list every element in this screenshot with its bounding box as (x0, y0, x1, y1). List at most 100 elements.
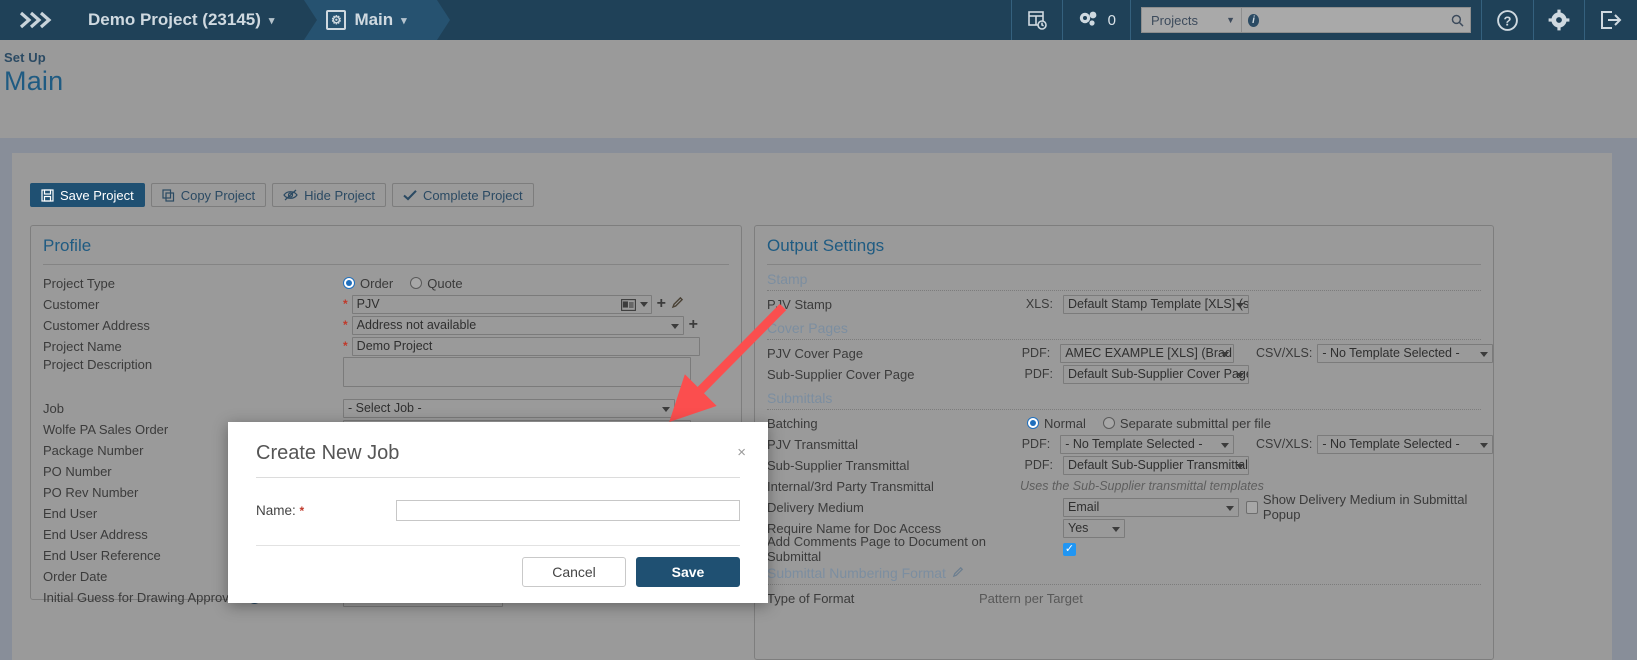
modal-body: Name: * (228, 478, 768, 521)
kind-label: PDF: (1024, 367, 1053, 381)
calendar-report-icon[interactable] (1012, 0, 1062, 40)
page-eyebrow: Set Up (4, 50, 46, 65)
close-icon[interactable]: × (737, 444, 746, 461)
field-pjv-cover-page: PJV Cover Page PDF: AMEC EXAMPLE [XLS] (… (755, 343, 1493, 363)
add-customer-button[interactable]: + (657, 296, 666, 312)
delivery-medium-value: Email (1068, 500, 1100, 514)
radio-order[interactable] (343, 277, 355, 289)
radio-batching-normal[interactable] (1027, 417, 1039, 429)
gears-settings-button[interactable]: 0 (1063, 0, 1130, 40)
sub-cover-pdf-value: Default Sub-Supplier Cover Page (1068, 367, 1249, 381)
project-name-value: Demo Project (356, 339, 433, 353)
sub-transmittal-pdf-value: Default Sub-Supplier Transmittal (1068, 458, 1248, 472)
sub-transmittal-pdf-select[interactable]: Default Sub-Supplier Transmittal (1063, 455, 1249, 475)
required-marker: * (343, 318, 348, 332)
breadcrumb-section-label: Main (354, 10, 394, 29)
customer-address-select[interactable]: Address not available (351, 315, 684, 335)
field-job: Job - Select Job - + (31, 398, 741, 418)
chevron-down-icon: ▾ (268, 14, 275, 27)
pjv-transmittal-pdf-select[interactable]: - No Template Selected - (1060, 434, 1235, 454)
section-stamp: Stamp (767, 271, 808, 287)
radio-batching-normal-label: Normal (1044, 415, 1086, 431)
pjv-cover-csvxls-select[interactable]: - No Template Selected - (1317, 343, 1493, 363)
kind-label: PDF: (1021, 346, 1051, 360)
logout-button[interactable] (1585, 0, 1637, 40)
profile-panel-title: Profile (43, 236, 92, 255)
project-description-textarea[interactable] (343, 357, 691, 387)
field-project-type: Project Type Order Quote (31, 273, 741, 293)
top-nav-actions: 0 Projects ▼ i ? (1010, 0, 1637, 40)
save-project-label: Save Project (60, 187, 134, 203)
customer-input[interactable]: PJV (351, 294, 652, 314)
show-delivery-medium-checkbox[interactable] (1245, 500, 1258, 514)
edit-customer-pencil-icon[interactable] (671, 296, 684, 312)
settings-button[interactable] (1534, 0, 1584, 40)
search-scope-select[interactable]: Projects ▼ (1141, 7, 1241, 33)
project-name-input[interactable]: Demo Project (351, 336, 700, 356)
radio-quote[interactable] (410, 277, 423, 289)
delivery-medium-select[interactable]: Email (1063, 497, 1239, 517)
hide-project-label: Hide Project (304, 187, 375, 203)
name-field-label: Name: * (256, 503, 396, 518)
divider (1130, 0, 1131, 40)
copy-icon (162, 188, 174, 202)
breadcrumb-project[interactable]: Demo Project (23145) ▾ (66, 0, 318, 40)
divider (767, 409, 1481, 410)
search-scope-value: Projects (1151, 12, 1198, 28)
field-add-comments-page: Add Comments Page to Document on Submitt… (755, 534, 1493, 564)
modal-title: Create New Job (256, 442, 400, 464)
internal-transmittal-note: Uses the Sub-Supplier transmittal templa… (1020, 479, 1264, 493)
breadcrumb-section[interactable]: ⚙ Main ▾ (304, 0, 450, 40)
pjv-cover-pdf-select[interactable]: AMEC EXAMPLE [XLS] (Brad Bov (1060, 343, 1235, 363)
field-label: Project Type (43, 275, 116, 291)
app-logo-icon[interactable] (0, 0, 66, 40)
edit-numbering-pencil-icon[interactable] (952, 565, 964, 581)
required-marker: * (343, 339, 348, 353)
pjv-transmittal-csvxls-select[interactable]: - No Template Selected - (1317, 434, 1493, 454)
output-settings-panel: Output Settings Stamp PJV Stamp XLS: Def… (754, 225, 1494, 660)
modal-footer: Cancel Save (228, 546, 768, 587)
modal-save-button[interactable]: Save (636, 557, 740, 587)
field-label: Batching (767, 415, 818, 431)
output-panel-title: Output Settings (767, 236, 885, 255)
gear-icon (1548, 9, 1570, 31)
search-input-wrap[interactable]: i (1241, 7, 1471, 33)
job-select[interactable]: - Select Job - (343, 398, 675, 418)
eye-slash-icon (283, 189, 298, 201)
pjv-transmittal-pdf-value: - No Template Selected - (1065, 437, 1203, 451)
field-project-name: Project Name * Demo Project (31, 336, 741, 356)
page-header: Set Up Main (0, 40, 1637, 138)
copy-project-button[interactable]: Copy Project (150, 183, 267, 207)
chevron-down-icon[interactable] (639, 301, 648, 307)
add-comments-checkbox[interactable]: ✓ (1063, 542, 1076, 556)
modal-cancel-button[interactable]: Cancel (522, 557, 626, 587)
top-navigation-bar: Demo Project (23145) ▾ ⚙ Main ▾ 0 Projec… (0, 0, 1637, 40)
copy-project-label: Copy Project (180, 187, 256, 203)
name-label-text: Name: (256, 503, 296, 518)
info-circle-icon: i (1248, 13, 1260, 27)
create-new-job-button[interactable]: + (680, 400, 689, 416)
field-type-of-format: Type of Format Pattern per Target (755, 588, 1493, 608)
field-label: Project Name (43, 338, 122, 354)
magnifier-icon[interactable] (1451, 13, 1464, 28)
search-input[interactable] (1265, 11, 1446, 29)
field-customer-address: Customer Address * Address not available… (31, 315, 741, 335)
save-project-button[interactable]: Save Project (30, 183, 145, 207)
pjv-stamp-select[interactable]: Default Stamp Template [XLS] (sy (1063, 294, 1249, 314)
section-cover-pages: Cover Pages (767, 320, 848, 336)
hide-project-button[interactable]: Hide Project (272, 183, 386, 207)
add-address-button[interactable]: + (689, 317, 698, 333)
complete-project-button[interactable]: Complete Project (391, 183, 534, 207)
require-name-value: Yes (1068, 521, 1089, 535)
require-name-select[interactable]: Yes (1063, 518, 1125, 538)
field-label: PJV Cover Page (767, 345, 864, 361)
sub-cover-pdf-select[interactable]: Default Sub-Supplier Cover Page (1063, 364, 1249, 384)
radio-batching-separate[interactable] (1102, 417, 1115, 429)
help-button[interactable]: ? (1482, 0, 1533, 40)
floppy-disk-icon (41, 188, 54, 202)
alt-kind-label: CSV/XLS: (1256, 437, 1313, 451)
job-name-input[interactable] (396, 500, 740, 521)
radio-order-label: Order (360, 275, 394, 291)
pjv-cover-csvxls-value: - No Template Selected - (1322, 346, 1460, 360)
customer-value: PJV (356, 297, 380, 311)
